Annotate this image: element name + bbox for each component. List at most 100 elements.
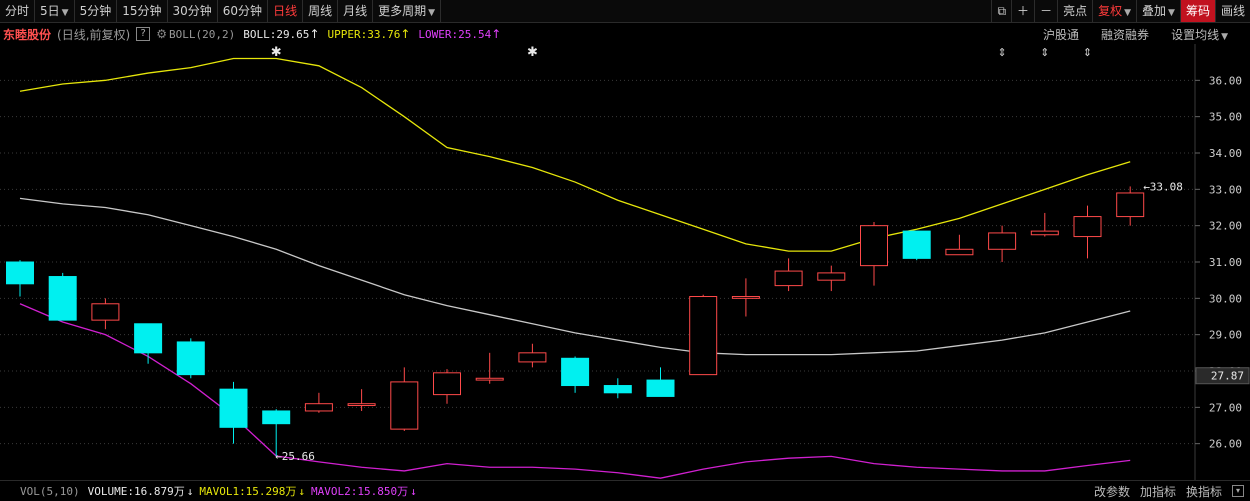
change-params-link[interactable]: 改参数 (1094, 483, 1130, 500)
ma-settings-label: 设置均线 (1171, 27, 1220, 42)
price-tick-label: 33.00 (1209, 183, 1242, 196)
chevron-down-icon: ▼ (1168, 8, 1175, 18)
candle-body (902, 230, 931, 259)
price-tick-label: 31.00 (1209, 256, 1242, 269)
switch-indicator-link[interactable]: 换指标 (1186, 483, 1222, 500)
star-marker: ✱ (271, 45, 282, 60)
candle (48, 272, 77, 321)
candle-body (347, 403, 376, 407)
volume-indicator-name[interactable]: VOL(5,10) (20, 485, 80, 498)
candle-body (646, 379, 675, 397)
kline-chart[interactable]: ✱ ✱ ⇕ ⇕ ⇕ ←33.08 ←25.66 36.00 35.00 34.00 33.00 3… (0, 44, 1250, 480)
arrow-down-icon: ↓ (410, 484, 417, 498)
candle-body (475, 377, 504, 381)
mavol1-value: MAVOL1:15.298万 (199, 485, 297, 498)
ma-settings-link[interactable]: 设置均线 ▼ (1171, 26, 1228, 43)
low-price-annotation: ←25.66 (275, 450, 315, 463)
price-tick-label: 29.00 (1209, 329, 1242, 342)
period-tab-60min[interactable]: 60分钟 (218, 0, 269, 22)
arrow-down-icon: ↓ (186, 484, 194, 498)
highlight-button[interactable]: 亮点 (1057, 0, 1092, 22)
chevron-down-icon: ▼ (1124, 8, 1132, 18)
candle-body (774, 270, 803, 287)
candle (689, 294, 718, 376)
candle-body (390, 381, 419, 430)
adjust-button-label: 复权 (1098, 4, 1123, 18)
lock-icon[interactable]: ⧉ (991, 0, 1011, 22)
arrow-down-icon: ↓ (298, 484, 306, 498)
lower-value: LOWER:25.54 (418, 27, 492, 41)
candle-body (561, 357, 590, 387)
candle-body (134, 323, 163, 354)
period-tab-30min[interactable]: 30分钟 (168, 0, 218, 22)
candle-body (1073, 216, 1102, 238)
margin-trading-link[interactable]: 融资融券 (1101, 26, 1149, 43)
candle-body (689, 296, 718, 376)
chevron-down-icon: ▼ (1221, 31, 1228, 42)
candle-body (91, 303, 120, 321)
overlay-button-label: 叠加 (1142, 4, 1167, 18)
candle-body (304, 403, 333, 412)
current-price-label: 27.87 (1211, 370, 1244, 383)
chevron-down-icon: ▼ (61, 8, 69, 18)
chip-button[interactable]: 筹码 (1179, 0, 1215, 22)
boll-value: BOLL:29.65 (243, 27, 310, 41)
candle-body (48, 276, 77, 321)
period-toolbar: 分时 5日 ▼ 5分钟 15分钟 30分钟 60分钟 日线 周线 月线 更多周期 ▼… (0, 0, 1250, 23)
price-tick-label: 35.00 (1209, 111, 1242, 124)
zoom-in-icon[interactable]: ＋ (1011, 0, 1034, 22)
candle-body (518, 352, 547, 363)
double-arrow-marker: ⇕ (1083, 46, 1092, 59)
period-tab-timeshare[interactable]: 分时 (0, 0, 36, 22)
volume-right-links: 改参数 加指标 换指标 ▾ (1094, 481, 1250, 501)
candle-body (731, 296, 760, 299)
indicator-name[interactable]: BOLL(20,2) (169, 28, 235, 41)
period-tab-5min[interactable]: 5分钟 (75, 0, 118, 22)
period-tab-15min[interactable]: 15分钟 (117, 0, 168, 22)
chevron-down-icon: ▼ (428, 8, 436, 18)
mavol2-value: MAVOL2:15.850万 (311, 485, 409, 498)
stock-name[interactable]: 东睦股份 (3, 26, 51, 43)
collapse-icon[interactable]: ▾ (1232, 485, 1244, 497)
add-indicator-link[interactable]: 加指标 (1140, 483, 1176, 500)
toolbar-right: ⧉ ＋ － 亮点 复权 ▼ 叠加 ▼ 筹码 画线 (991, 0, 1250, 22)
candle-body (1030, 230, 1059, 236)
period-tab-5day[interactable]: 5日 ▼ (35, 0, 75, 22)
period-tab-more-label: 更多周期 (378, 4, 427, 18)
arrow-up-icon: ↑ (400, 27, 411, 41)
period-tab-monthly[interactable]: 月线 (338, 0, 374, 22)
gear-icon[interactable]: ⚙ (156, 27, 167, 41)
overlay-button[interactable]: 叠加 ▼ (1136, 0, 1180, 22)
zoom-out-icon[interactable]: － (1034, 0, 1057, 22)
adjust-button[interactable]: 复权 ▼ (1092, 0, 1136, 22)
candle-body (1116, 192, 1145, 218)
double-arrow-marker: ⇕ (997, 46, 1006, 59)
draw-line-button[interactable]: 画线 (1214, 0, 1250, 22)
indicator-info-bar: 东睦股份 (日线,前复权) ? ⚙ BOLL(20,2) BOLL:29.65 ↑… (0, 24, 1250, 44)
period-tab-5day-label: 5日 (40, 4, 60, 18)
candle (176, 338, 205, 379)
period-tab-daily[interactable]: 日线 (268, 0, 304, 22)
help-icon[interactable]: ? (136, 27, 151, 41)
info-right-links: 沪股通 融资融券 设置均线 ▼ (1043, 24, 1250, 44)
hk-connect-link[interactable]: 沪股通 (1043, 26, 1079, 43)
period-tab-more[interactable]: 更多周期 ▼ (373, 0, 442, 22)
candle-body (988, 232, 1017, 250)
candle-body (6, 261, 34, 285)
candle-body (219, 388, 248, 428)
volume-info-bar: VOL(5,10) VOLUME:16.879万 ↓ MAVOL1:15.298万… (0, 480, 1250, 501)
candle-body (262, 410, 291, 425)
high-price-annotation: ←33.08 (1143, 180, 1183, 193)
candle-body (817, 272, 846, 281)
candle-body (945, 248, 974, 256)
price-tick-label: 30.00 (1209, 292, 1242, 305)
double-arrow-marker: ⇕ (1040, 46, 1049, 59)
price-tick-label: 27.00 (1209, 401, 1242, 414)
volume-value: VOLUME:16.879万 (87, 485, 185, 498)
arrow-up-icon: ↑ (491, 27, 502, 41)
price-tick-label: 36.00 (1209, 74, 1242, 87)
star-marker: ✱ (527, 45, 538, 60)
price-tick-label: 34.00 (1209, 147, 1242, 160)
candle-body (176, 341, 205, 376)
period-tab-weekly[interactable]: 周线 (303, 0, 339, 22)
